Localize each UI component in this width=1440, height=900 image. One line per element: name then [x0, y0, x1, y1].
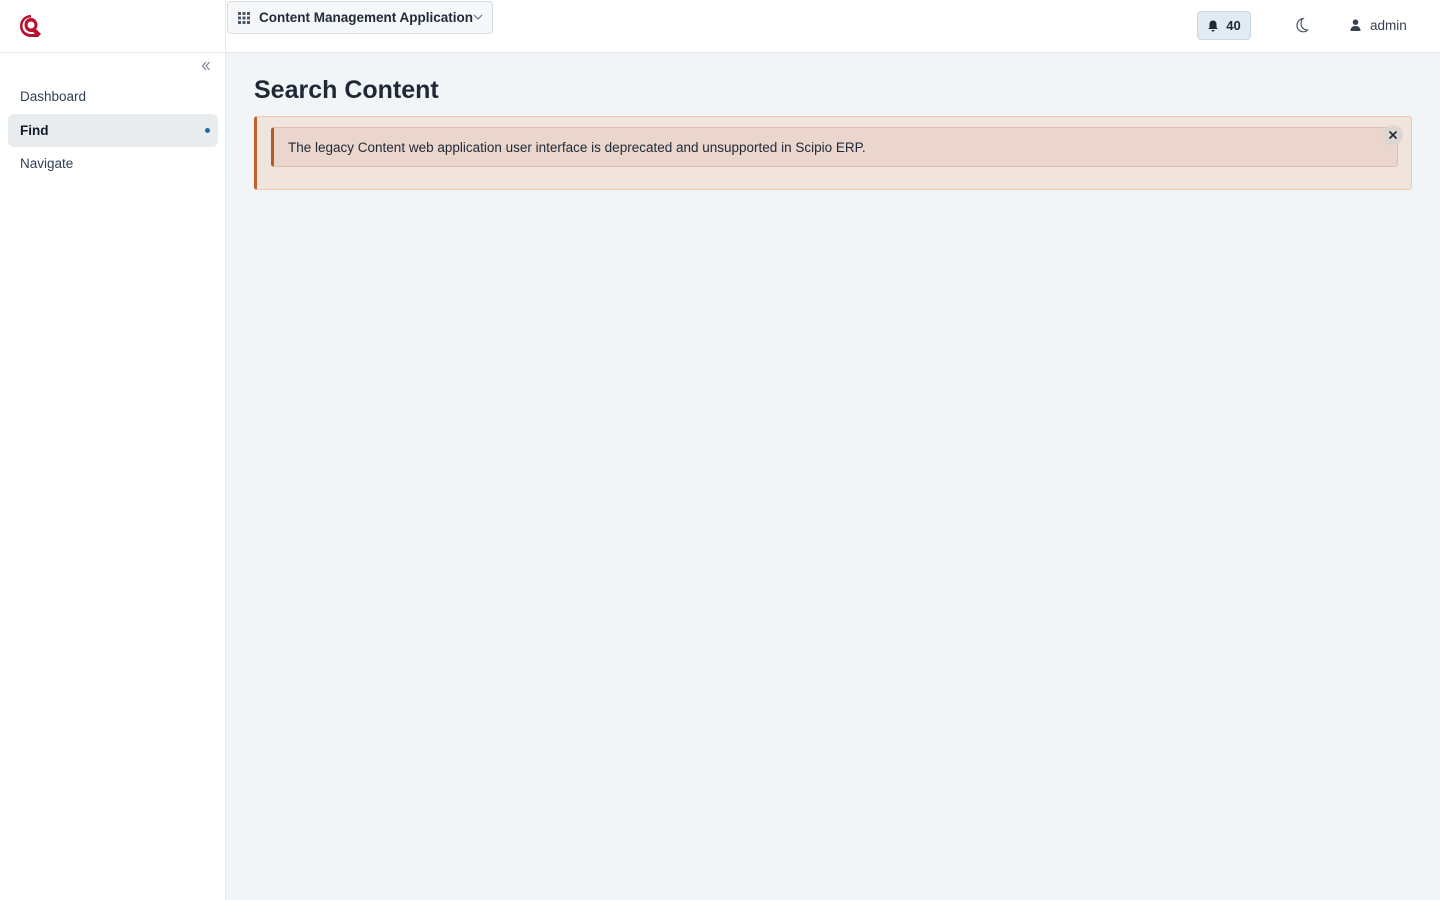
deprecation-alert: The legacy Content web application user …: [254, 116, 1412, 190]
moon-icon: [1296, 17, 1309, 33]
grid-icon: [238, 11, 250, 24]
user-icon: [1350, 19, 1361, 31]
sidebar-nav: Dashboard Find Navigate: [8, 80, 218, 181]
close-icon: [1388, 130, 1398, 140]
notifications-count: 40: [1226, 18, 1241, 33]
sidebar-item-label: Find: [20, 122, 49, 138]
theme-toggle-button[interactable]: [1292, 16, 1310, 34]
alert-close-button[interactable]: [1383, 125, 1403, 145]
user-menu-button[interactable]: admin: [1350, 15, 1407, 35]
bell-icon: [1208, 20, 1219, 32]
chevron-down-icon: [473, 14, 483, 20]
user-name: admin: [1370, 17, 1407, 33]
app-switcher-label: Content Management Application: [259, 10, 474, 25]
alert-message: The legacy Content web application user …: [288, 139, 866, 155]
scipio-logo-icon[interactable]: [18, 13, 44, 39]
page-title: Search Content: [254, 76, 439, 104]
sidebar-item-find[interactable]: Find: [8, 113, 218, 147]
double-chevron-left-icon: [201, 61, 210, 71]
app-switcher-button[interactable]: Content Management Application: [227, 1, 493, 34]
notifications-button[interactable]: 40: [1197, 11, 1251, 40]
sidebar-item-dashboard[interactable]: Dashboard: [8, 80, 218, 113]
alert-message-box: The legacy Content web application user …: [271, 127, 1398, 167]
sidebar-item-navigate[interactable]: Navigate: [8, 147, 218, 180]
collapse-sidebar-button[interactable]: [198, 58, 214, 74]
logo-area: [0, 0, 225, 53]
sidebar-item-label: Navigate: [20, 156, 74, 171]
topbar: Content Management Application 40 admin: [226, 0, 1440, 53]
sidebar: Dashboard Find Navigate: [0, 0, 226, 900]
sidebar-item-label: Dashboard: [20, 89, 87, 104]
active-indicator-dot: [205, 127, 210, 133]
